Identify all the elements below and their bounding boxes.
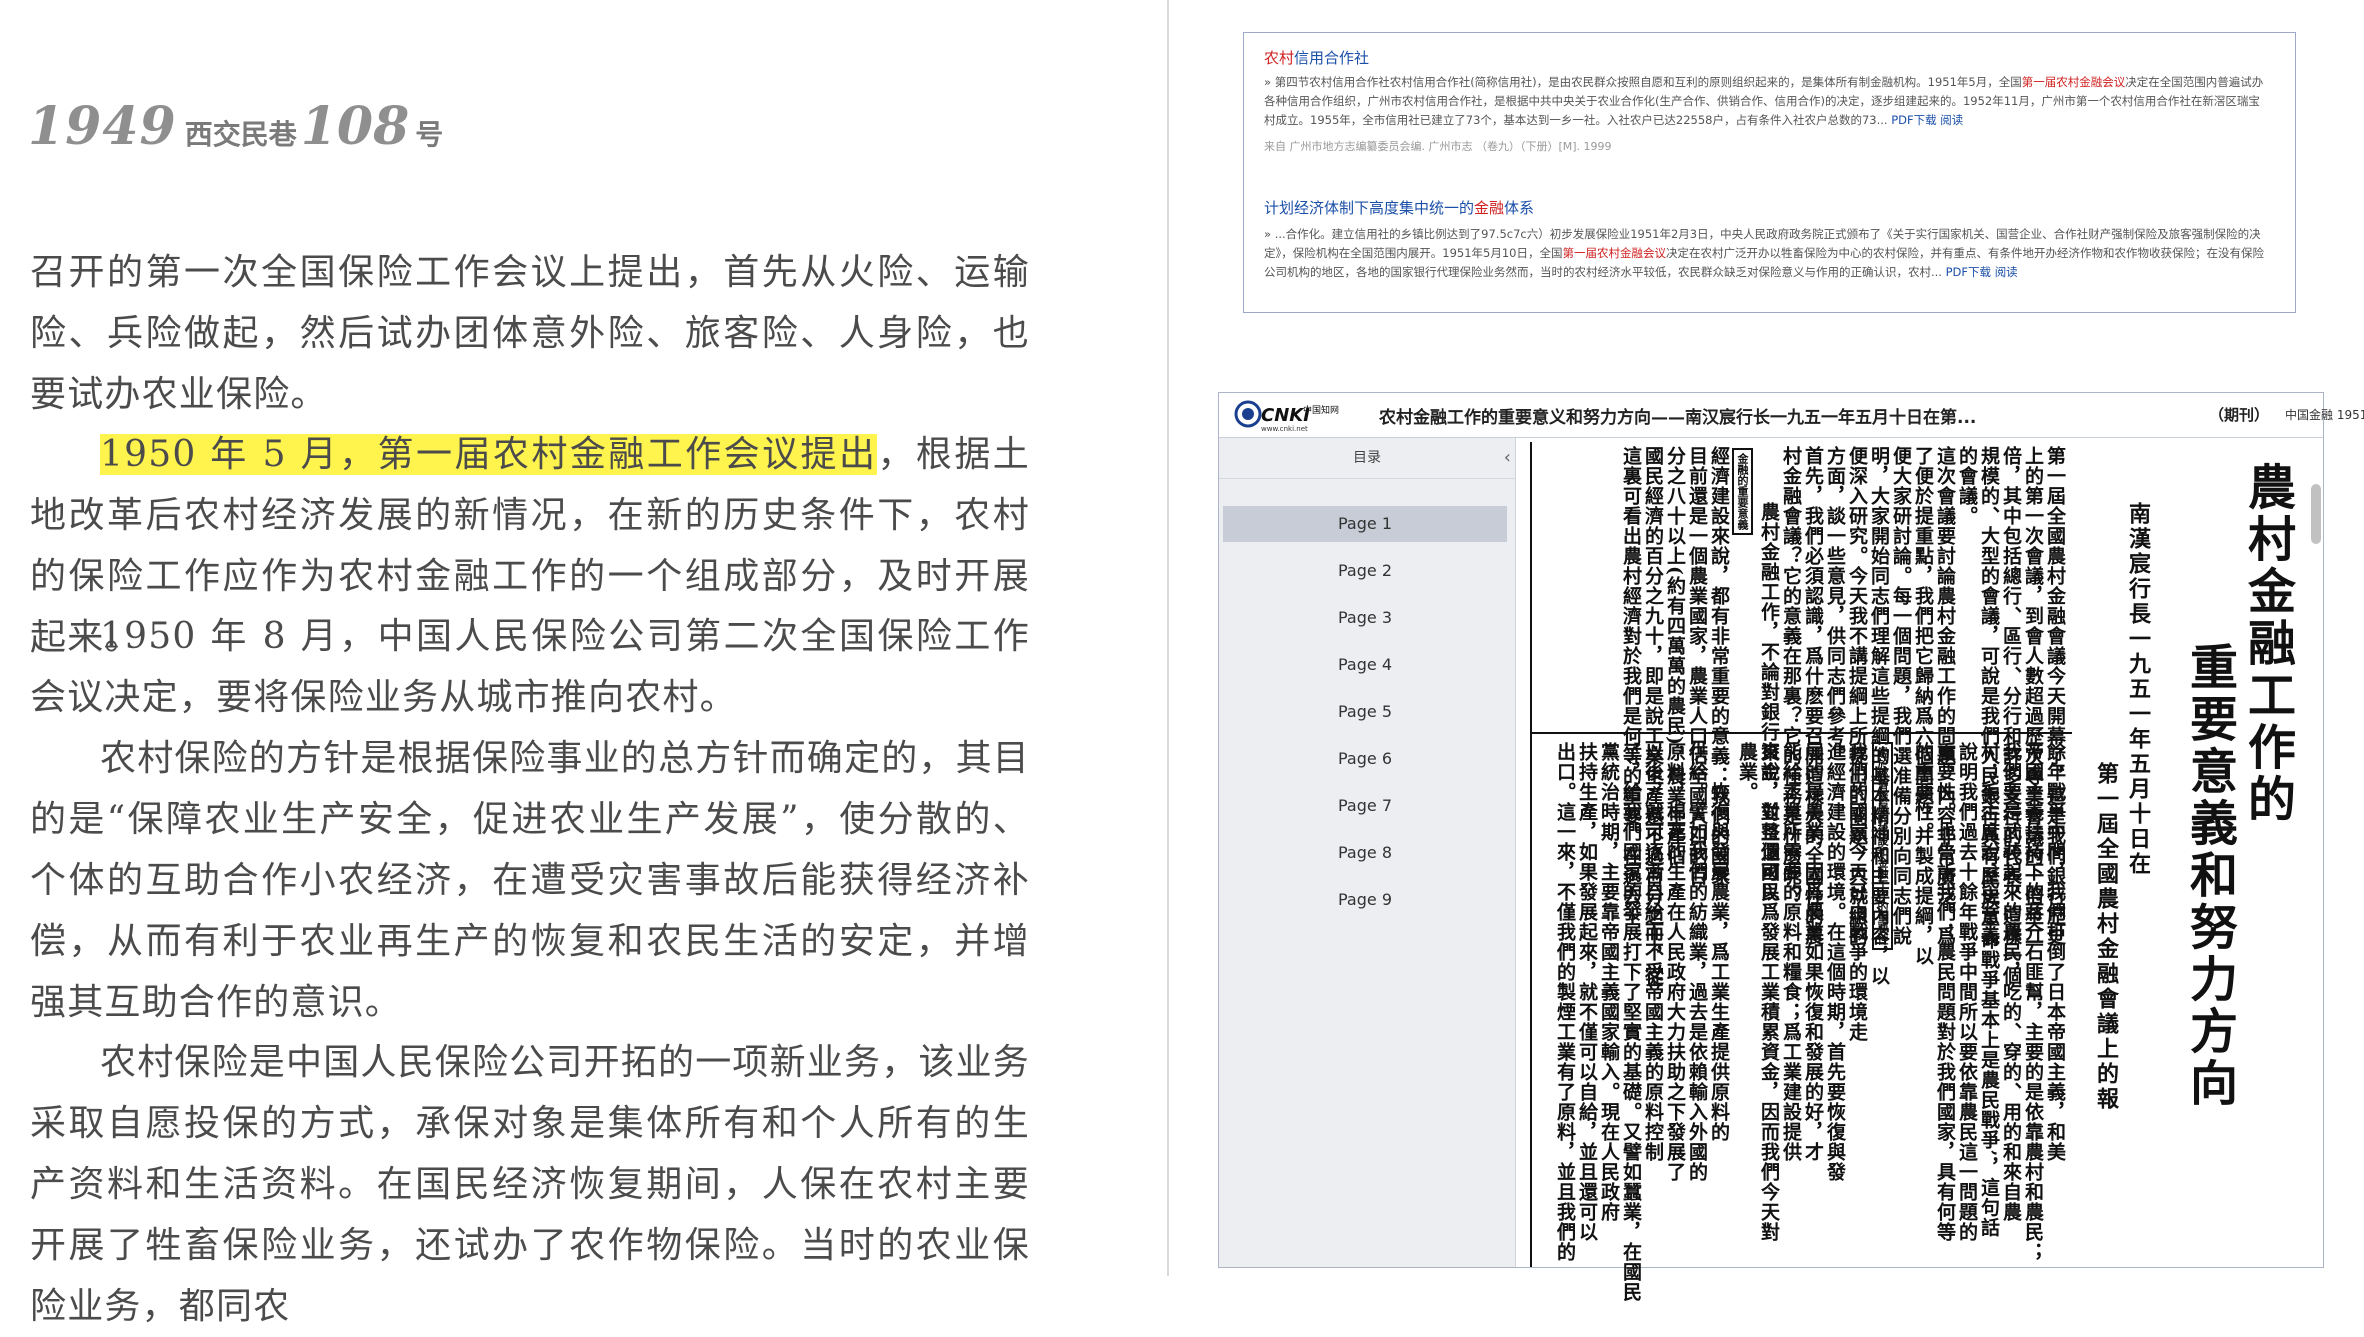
text-col-31: 資金，並且還可以爲發展工業積累資金，因而我們今天對 [1758,742,1780,1242]
result-2-read-link[interactable]: 阅读 [1995,265,2018,279]
scanned-page: 農村金融工作的 重要意義和努力方向 南漢宸行長一九五一年五月十日在 第一屆全國農… [1530,442,2312,1302]
search-results-panel: 农村信用合作社 » 第四节农村信用合作社农村信用合作社(简称信用社)，是由农民群… [1243,32,2296,313]
text-col-35: 原料，棉花的生產在人民政府大力扶助之下發展了 [1664,742,1686,1182]
highlighted-text: 1950 年 5 月，第一届农村金融工作会议提出 [100,434,878,475]
text-col-30: 能給工業所需要的原料和糧食；爲工業建設提供 [1780,742,1802,1162]
article-byline-2: 第一屆全國農村金融會議上的報 [2093,762,2119,1112]
text-col-39: 扶持生產，如果發展起來，就不僅可以自給，並且還可以 [1576,742,1598,1242]
text-col-37: 了，給我們國家的發展打下了堅實的基礎。又譬如蠶業，在國民 [1620,742,1642,1302]
text-col-27: 我們的國家今天已由戰爭的環境走 [1846,742,1868,1042]
result-2-pdf-link[interactable]: PDF下载 [1946,265,1991,279]
header-year: 1949 [28,96,177,157]
svg-text:中国知网: 中国知网 [1303,404,1339,416]
collapse-icon[interactable]: ‹ [1504,438,1511,478]
toc-page-2[interactable]: Page 2 [1223,553,1507,589]
viewer-scrollbar[interactable] [2311,484,2321,544]
text-col-28: 進經濟建設的環境。在這個時期，首先要恢復與發 [1824,742,1846,1182]
text-col-23: 村；毛主席說‘民族革命戰爭基本上是農民戰爭’，這句話 [1978,742,2000,1238]
text-col-29: 展的是農業，因爲農業如果恢復和發展的好，才 [1802,742,1824,1162]
book-paragraph-3: 1950 年 8 月，中国人民保险公司第二次全国保险工作会议决定，要将保险业务从… [30,616,1030,718]
page-divider [1167,0,1169,1276]
text-col-38: 黨統治時期，主要靠帝國主義國家輸入。現在人民政府 [1598,742,1620,1222]
cnki-document-viewer: CNKI 中国知网 www.cnki.net 农村金融工作的重要意义和努力方向—… [1218,392,2364,1302]
viewer-journal: 中国金融 1951 (07) [2285,408,2364,422]
result-2-abstract: » ...合作化。建立信用社的乡镇比例达到了97.5c7c六）初步发展保险业19… [1264,227,2264,279]
toc-page-4[interactable]: Page 4 [1223,647,1507,683]
toc-page-9[interactable]: Page 9 [1223,882,1507,918]
toc-page-5[interactable]: Page 5 [1223,694,1507,730]
book-paragraph-1: 召开的第一次全国保险工作会议上提出，首先从火险、运输险、兵险做起，然后试办团体意… [30,252,1030,415]
article-title-line-2: 重要意義和努力方向 [2181,642,2237,1110]
viewer-doc-type: （期刊） [2209,406,2270,424]
result-1-read-link[interactable]: 阅读 [1940,113,1963,127]
text-col-25: 重要性。也告訴我們：農民問題對於我們國家，具有何等 [1934,742,1956,1242]
cnki-logo-icon: CNKI 中国知网 www.cnki.net [1234,400,1339,433]
toc-page-6[interactable]: Page 6 [1223,741,1507,777]
text-col-8: 便大家研討論。每一個問題，我們選准備分別向同志們說 [1890,446,1912,946]
text-col-36: 以後，就可逐漸自給而不受帝國主義的原料控制 [1642,742,1664,1162]
result-1-pdf-link[interactable]: PDF下载 [1891,113,1936,127]
viewer-header: CNKI 中国知网 www.cnki.net 农村金融工作的重要意义和努力方向—… [1219,393,2364,438]
result-1-source: 来自 广州市地方志编纂委员会编. 广州市志 （卷九）（下册）[M]. 1999 [1264,140,1612,153]
document-page-area[interactable]: 農村金融工作的 重要意義和努力方向 南漢宸行長一九五一年五月十日在 第一屆全國農… [1516,438,2323,1302]
article-section-note-2: 鑑於經濟發展的建設和金融工作的重要性 [1872,742,1893,950]
toc-page-1[interactable]: Page 1 [1223,506,1507,542]
text-col-26: 的重要性。 [1912,742,1934,842]
article-section-note: 金融的重要意義 [1732,448,1753,535]
toc-page-3[interactable]: Page 3 [1223,600,1507,636]
book-paragraph-5: 农村保险是中国人民保险公司开拓的一项新业务，该业务采取自愿投保的方式，承保对象是… [30,1042,1031,1327]
result-1-title[interactable]: 农村信用合作社 [1264,47,1369,68]
text-col-11: 方面，談一些意見，供同志們參考。 [1824,446,1846,766]
text-col-7: 了便於提重點，我們把它歸納爲六個問題，并製成提綱，以 [1912,446,1934,966]
toc-sidebar: 目录 ‹ Page 1 Page 2 Page 3 Page 4 Page 5 … [1219,438,1516,1267]
result-1-abstract: » 第四节农村信用合作社农村信用合作社(简称信用社)，是由农民群众按照自愿和互利… [1264,75,2264,127]
text-col-32: 農業。 [1736,742,1758,802]
text-col-33: 恢復與發展農業，爲工業生產提供原料的 [1708,782,1730,1142]
text-col-40: 出口。這一來，不僅我們的製煙工業有了原料，並且我們的 [1554,742,1576,1262]
header-street: 西交民巷 [184,118,297,151]
text-col-24: 說明我們過去十餘年戰爭中間所以要依靠農民這一問題的 [1956,742,1978,1242]
toc-page-7[interactable]: Page 7 [1223,788,1507,824]
block-divider [1532,732,2072,734]
svg-text:www.cnki.net: www.cnki.net [1261,425,1308,433]
book-page: 1949 西交民巷108 号 召开的第一次全国保险工作会议上提出，首先从火险、运输险… [0,0,1165,1327]
text-col-20: 餘年戰爭中間，我們打倒了日本帝國主義，和美 [2044,742,2066,1162]
book-running-header: 1949 西交民巷108 号 [28,96,443,157]
article-byline-1: 南漢宸行長一九五一年五月十日在 [2125,502,2151,877]
toc-page-8[interactable]: Page 8 [1223,835,1507,871]
header-hao: 号 [415,118,444,151]
header-number: 108 [300,96,410,157]
toc-header: 目录 ‹ [1219,438,1515,479]
viewer-document-title: 农村金融工作的重要意义和努力方向——南汉宸行长一九五一年五月十日在第... [1379,408,1977,428]
text-col-21: 帝國主義扶持下的蔣介石匪幫，主要的是依靠農村和農民； [2022,742,2044,1262]
text-col-5: 的會議。 [1956,446,1978,526]
text-col-34: 供給。譬如我們的紡織業，過去是依賴輸入外國的 [1686,742,1708,1182]
text-col-22: 我們要是武裝起來的農民，吃的、穿的、用的和來自農 [2000,742,2022,1222]
result-2-title[interactable]: 计划经济体制下高度集中统一的金融体系 [1264,197,1534,218]
toc-label: 目录 [1353,450,1381,466]
book-paragraph-4: 农村保险的方针是根据保险事业的总方针而确定的，其目的是“保障农业生产安全，促进农… [30,738,1031,1023]
